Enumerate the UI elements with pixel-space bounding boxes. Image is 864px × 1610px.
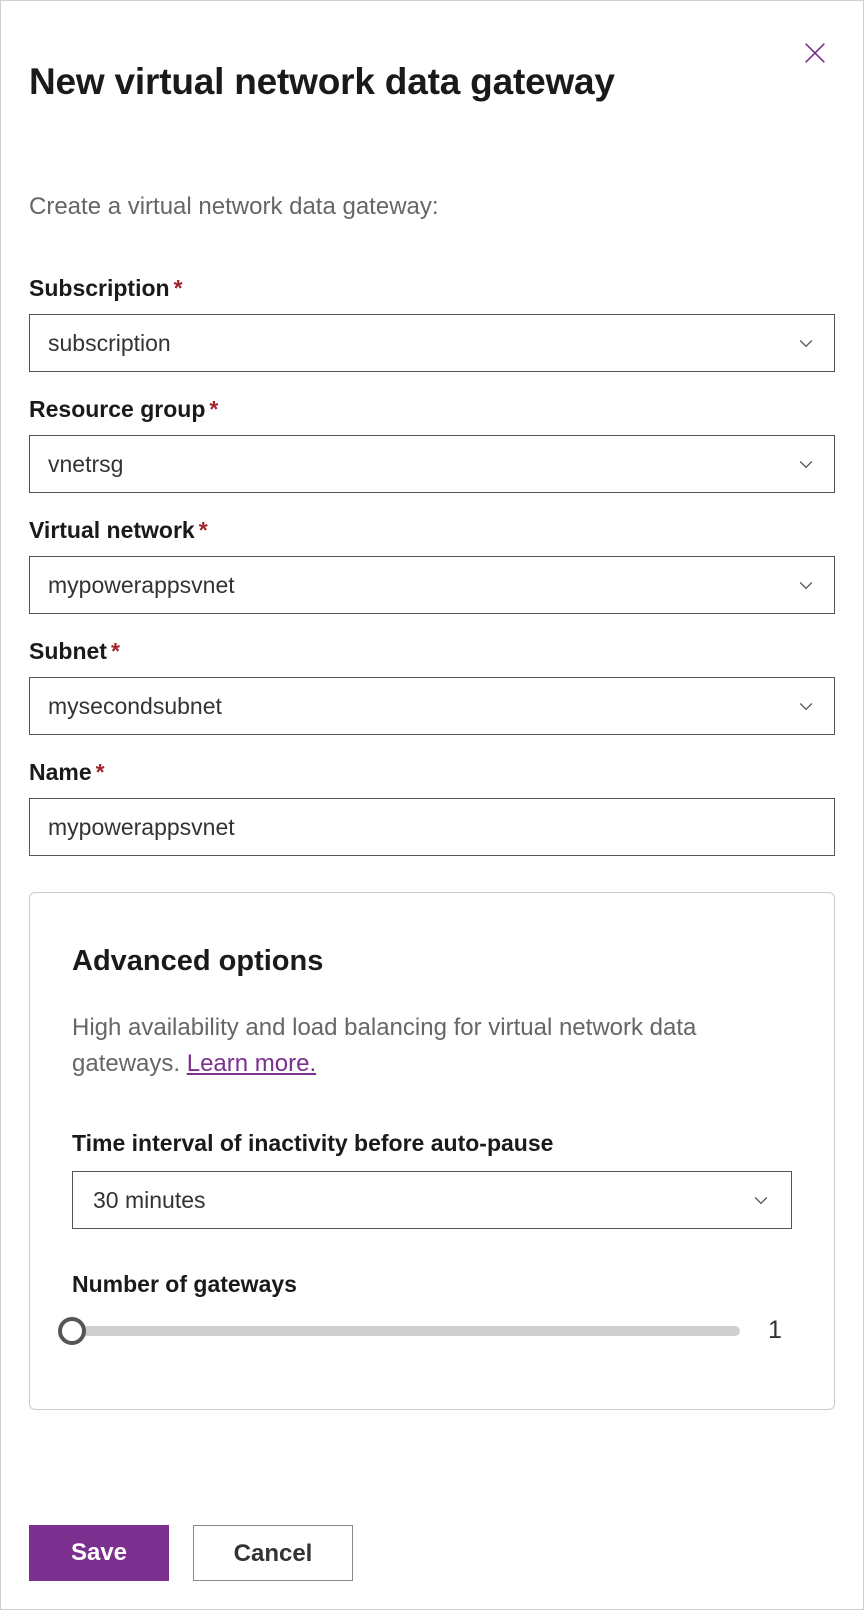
required-marker: * [199,517,208,543]
virtual-network-label-text: Virtual network [29,517,195,543]
advanced-options-card: Advanced options High availability and l… [29,892,835,1410]
chevron-down-icon [796,333,816,353]
gateways-slider-row: 1 [72,1316,792,1345]
subscription-dropdown[interactable]: subscription [29,314,835,372]
virtual-network-dropdown[interactable]: mypowerappsvnet [29,556,835,614]
required-marker: * [111,638,120,664]
name-field: Name* [29,759,835,856]
save-button[interactable]: Save [29,1525,169,1581]
required-marker: * [96,759,105,785]
subscription-field: Subscription* subscription [29,275,835,372]
panel-subtitle: Create a virtual network data gateway: [29,193,835,221]
close-button[interactable] [795,33,835,73]
cancel-button[interactable]: Cancel [193,1525,353,1581]
subscription-value: subscription [48,330,171,357]
close-icon [801,39,829,67]
advanced-desc-text: High availability and load balancing for… [72,1014,696,1077]
resource-group-field: Resource group* vnetrsg [29,396,835,493]
advanced-options-title: Advanced options [72,945,792,978]
subnet-label-text: Subnet [29,638,107,664]
gateways-label: Number of gateways [72,1271,792,1298]
name-label-text: Name [29,759,92,785]
virtual-network-label: Virtual network* [29,517,835,544]
advanced-options-description: High availability and load balancing for… [72,1010,792,1082]
subscription-label: Subscription* [29,275,835,302]
subnet-field: Subnet* mysecondsubnet [29,638,835,735]
chevron-down-icon [751,1190,771,1210]
panel-footer: Save Cancel [29,1525,353,1581]
resource-group-value: vnetrsg [48,451,123,478]
time-interval-dropdown[interactable]: 30 minutes [72,1171,792,1229]
chevron-down-icon [796,696,816,716]
name-label: Name* [29,759,835,786]
time-interval-value: 30 minutes [93,1187,206,1214]
virtual-network-value: mypowerappsvnet [48,572,235,599]
virtual-network-field: Virtual network* mypowerappsvnet [29,517,835,614]
gateways-value: 1 [768,1316,792,1345]
time-interval-label: Time interval of inactivity before auto-… [72,1130,792,1157]
gateways-slider-thumb[interactable] [58,1317,86,1345]
required-marker: * [174,275,183,301]
resource-group-dropdown[interactable]: vnetrsg [29,435,835,493]
resource-group-label-text: Resource group [29,396,205,422]
subscription-label-text: Subscription [29,275,170,301]
subnet-dropdown[interactable]: mysecondsubnet [29,677,835,735]
learn-more-link[interactable]: Learn more. [187,1050,316,1077]
chevron-down-icon [796,575,816,595]
subnet-label: Subnet* [29,638,835,665]
gateways-slider[interactable] [72,1326,740,1336]
chevron-down-icon [796,454,816,474]
required-marker: * [209,396,218,422]
gateway-panel: New virtual network data gateway Create … [1,1,863,1609]
panel-title: New virtual network data gateway [29,61,835,103]
name-input[interactable] [29,798,835,856]
resource-group-label: Resource group* [29,396,835,423]
subnet-value: mysecondsubnet [48,693,222,720]
